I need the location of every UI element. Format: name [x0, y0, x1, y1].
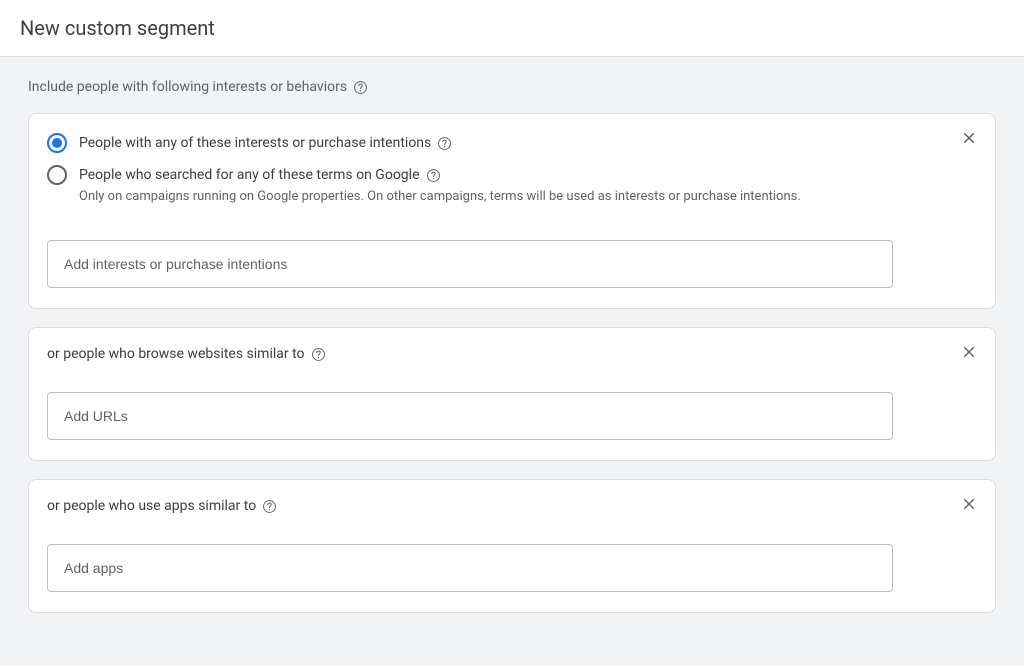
apps-label: or people who use apps similar to	[47, 498, 256, 514]
content-area: Include people with following interests …	[0, 57, 1024, 665]
radio-interests-option[interactable]: People with any of these interests or pu…	[47, 132, 977, 154]
help-icon[interactable]	[262, 499, 277, 514]
close-icon[interactable]	[957, 126, 981, 150]
radio-interests-label-row: People with any of these interests or pu…	[79, 132, 452, 154]
radio-search-sublabel: Only on campaigns running on Google prop…	[79, 188, 801, 206]
websites-card: or people who browse websites similar to	[28, 327, 996, 461]
radio-label-wrap: People who searched for any of these ter…	[79, 164, 801, 206]
interests-input[interactable]	[47, 240, 893, 288]
apps-label-row: or people who use apps similar to	[47, 498, 977, 514]
help-icon[interactable]	[437, 136, 452, 151]
urls-input[interactable]	[47, 392, 893, 440]
help-icon[interactable]	[353, 80, 368, 95]
close-icon[interactable]	[957, 340, 981, 364]
help-icon[interactable]	[426, 168, 441, 183]
help-icon[interactable]	[311, 347, 326, 362]
section-label-text: Include people with following interests …	[28, 79, 347, 95]
radio-unselected-icon	[47, 165, 67, 185]
radio-search-label-row: People who searched for any of these ter…	[79, 164, 801, 186]
radio-selected-icon	[47, 133, 67, 153]
radio-search-label: People who searched for any of these ter…	[79, 164, 420, 186]
page-header: New custom segment	[0, 0, 1024, 57]
close-icon[interactable]	[957, 492, 981, 516]
section-label: Include people with following interests …	[28, 79, 996, 95]
radio-interests-label: People with any of these interests or pu…	[79, 132, 431, 154]
radio-label-wrap: People with any of these interests or pu…	[79, 132, 452, 154]
apps-input[interactable]	[47, 544, 893, 592]
page-title: New custom segment	[20, 16, 1004, 40]
radio-search-terms-option[interactable]: People who searched for any of these ter…	[47, 164, 977, 206]
interests-card: People with any of these interests or pu…	[28, 113, 996, 309]
websites-label: or people who browse websites similar to	[47, 346, 305, 362]
websites-label-row: or people who browse websites similar to	[47, 346, 977, 362]
apps-card: or people who use apps similar to	[28, 479, 996, 613]
